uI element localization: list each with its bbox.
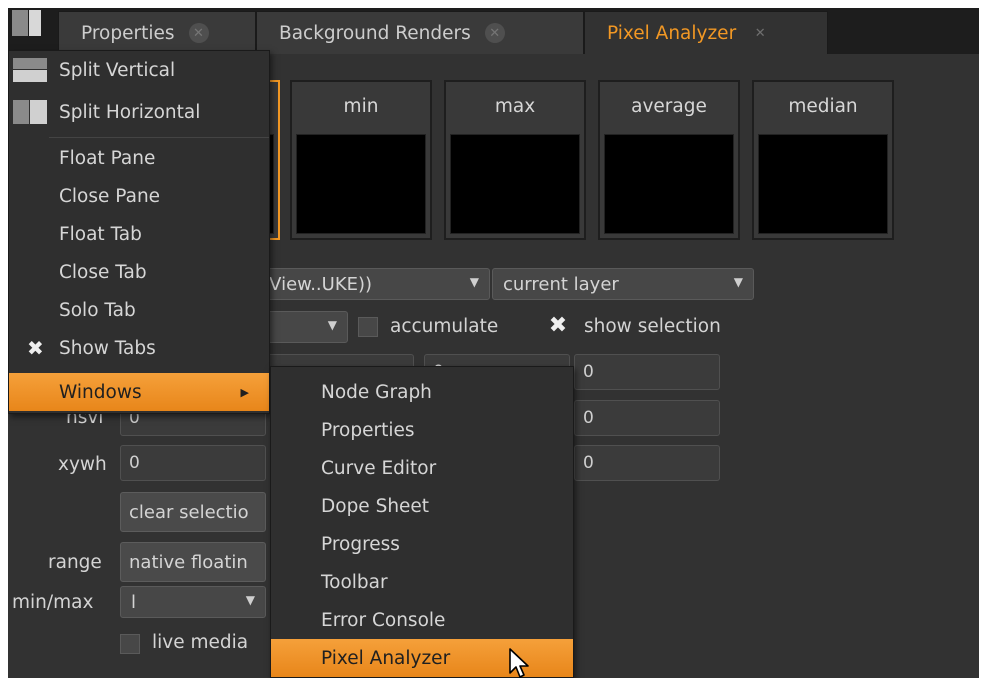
- menu-item-label: Close Tab: [59, 261, 147, 283]
- swatch-label: average: [631, 96, 707, 117]
- xywh-label: xywh: [58, 454, 107, 475]
- viewer-source-dropdown[interactable]: r (View..UKE)) ▼: [238, 268, 490, 300]
- accumulate-label: accumulate: [390, 316, 499, 337]
- tab-label: Pixel Analyzer: [607, 22, 737, 44]
- button-label: clear selectio: [129, 501, 249, 523]
- live-median-label: live media: [152, 632, 249, 653]
- pane-context-menu: Split Vertical Split Horizontal Float Pa…: [8, 50, 270, 414]
- menu-item-split-horizontal[interactable]: Split Horizontal: [9, 93, 269, 131]
- tab-properties[interactable]: Properties ✕: [58, 11, 256, 54]
- menu-item-solo-tab[interactable]: Solo Tab: [9, 291, 269, 329]
- field-value: 0: [129, 453, 140, 473]
- menu-item-label: Windows: [59, 381, 142, 403]
- menu-separator: [49, 137, 269, 138]
- close-icon[interactable]: ✕: [484, 23, 505, 43]
- range-dropdown[interactable]: native floatin: [120, 542, 266, 582]
- menu-item-split-vertical[interactable]: Split Vertical: [9, 51, 269, 89]
- windows-submenu: Node Graph Properties Curve Editor Dope …: [270, 366, 574, 678]
- tab-bar: Properties ✕ Background Renders ✕ Pixel …: [8, 8, 979, 54]
- menu-item-label: Properties: [321, 419, 415, 441]
- field-value: 0: [583, 453, 594, 473]
- menu-item-close-pane[interactable]: Close Pane: [9, 177, 269, 215]
- menu-item-label: Toolbar: [321, 571, 388, 593]
- close-icon[interactable]: ✕: [188, 23, 209, 43]
- hsvl-field-2[interactable]: 0: [574, 400, 720, 436]
- menu-item-label: Split Horizontal: [59, 101, 201, 123]
- menu-item-label: Dope Sheet: [321, 495, 430, 517]
- tab-pixel-analyzer[interactable]: Pixel Analyzer ✕: [584, 11, 828, 54]
- menu-item-label: Float Tab: [59, 223, 142, 245]
- swatch-label: median: [788, 96, 858, 117]
- menu-item-toolbar[interactable]: Toolbar: [271, 563, 573, 601]
- layer-dropdown[interactable]: current layer ▼: [492, 268, 754, 300]
- dropdown-arrow-icon: ▼: [469, 275, 479, 289]
- swatch-label: min: [343, 96, 379, 117]
- menu-item-label: Node Graph: [321, 381, 432, 403]
- tab-background-renders[interactable]: Background Renders ✕: [256, 11, 584, 54]
- menu-item-properties[interactable]: Properties: [271, 411, 573, 449]
- menu-item-progress[interactable]: Progress: [271, 525, 573, 563]
- menu-item-label: Show Tabs: [59, 337, 156, 359]
- dropdown-arrow-icon: ▼: [733, 275, 743, 289]
- minmax-dropdown[interactable]: l ▼: [120, 586, 266, 618]
- show-selection-checkbox[interactable]: ✖: [548, 315, 568, 337]
- menu-item-windows[interactable]: Windows ▶: [9, 373, 269, 411]
- color-swatch: [296, 134, 426, 234]
- menu-item-float-tab[interactable]: Float Tab: [9, 215, 269, 253]
- swatch-min[interactable]: min: [290, 80, 432, 240]
- mouse-pointer-icon: [509, 648, 529, 678]
- xywh-field-1[interactable]: 0: [120, 445, 266, 481]
- menu-item-label: Close Pane: [59, 185, 161, 207]
- show-selection-label: show selection: [584, 316, 721, 337]
- menu-item-label: Pixel Analyzer: [321, 647, 451, 669]
- split-horizontal-icon: [13, 100, 47, 124]
- range-label: range: [48, 552, 102, 573]
- color-swatch: [604, 134, 734, 234]
- pane-menu-button[interactable]: [12, 10, 46, 40]
- swatch-max[interactable]: max: [444, 80, 586, 240]
- color-swatch: [758, 134, 888, 234]
- minmax-label: min/max: [12, 592, 94, 613]
- color-swatch: [450, 134, 580, 234]
- menu-item-label: Solo Tab: [59, 299, 136, 321]
- live-median-checkbox[interactable]: [120, 634, 140, 654]
- menu-item-label: Error Console: [321, 609, 446, 631]
- dropdown-arrow-icon: ▼: [245, 593, 255, 607]
- split-vertical-icon: [13, 58, 47, 82]
- field-value: 0: [583, 362, 594, 382]
- menu-item-show-tabs[interactable]: ✖ Show Tabs: [9, 329, 269, 367]
- clear-selection-button[interactable]: clear selectio: [120, 492, 266, 532]
- tab-label: Properties: [81, 22, 175, 44]
- swatch-median[interactable]: median: [752, 80, 894, 240]
- xywh-field-2[interactable]: 0: [574, 445, 720, 481]
- close-icon[interactable]: ✕: [750, 23, 770, 43]
- menu-item-dope-sheet[interactable]: Dope Sheet: [271, 487, 573, 525]
- submenu-arrow-icon: ▶: [240, 385, 249, 399]
- menu-item-label: Split Vertical: [59, 59, 176, 81]
- menu-item-label: Curve Editor: [321, 457, 437, 479]
- menu-item-close-tab[interactable]: Close Tab: [9, 253, 269, 291]
- menu-item-error-console[interactable]: Error Console: [271, 601, 573, 639]
- app-window: Properties ✕ Background Renders ✕ Pixel …: [8, 8, 979, 678]
- menu-item-float-pane[interactable]: Float Pane: [9, 139, 269, 177]
- dropdown-arrow-icon: ▼: [327, 318, 337, 332]
- swatch-label: max: [494, 96, 536, 117]
- menu-item-curve-editor[interactable]: Curve Editor: [271, 449, 573, 487]
- rgba-field-3[interactable]: 0: [574, 354, 720, 390]
- checkmark-icon: ✖: [27, 336, 44, 360]
- menu-item-node-graph[interactable]: Node Graph: [271, 373, 573, 411]
- menu-item-label: Float Pane: [59, 147, 156, 169]
- dropdown-value: l: [131, 591, 137, 613]
- accumulate-checkbox[interactable]: [358, 317, 378, 337]
- dropdown-value: current layer: [503, 273, 619, 295]
- menu-item-label: Progress: [321, 533, 400, 555]
- tab-label: Background Renders: [279, 22, 471, 44]
- field-value: 0: [583, 408, 594, 428]
- swatch-average[interactable]: average: [598, 80, 740, 240]
- dropdown-value: native floatin: [129, 551, 248, 573]
